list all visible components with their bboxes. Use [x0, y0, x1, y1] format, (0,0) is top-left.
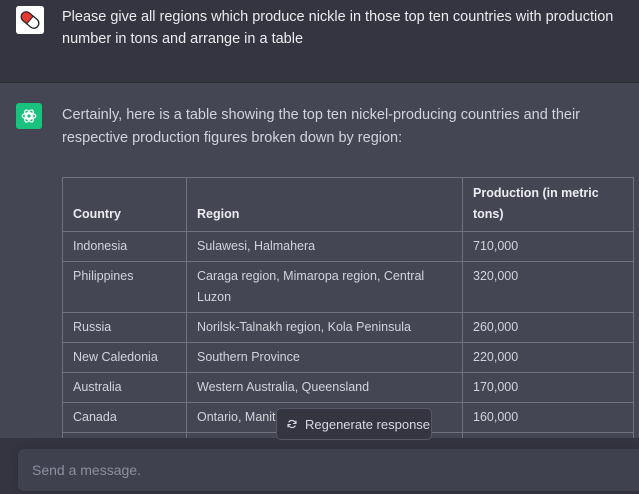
cell-country: Canada	[62, 402, 187, 433]
refresh-icon	[287, 419, 297, 429]
cell-region: Western Australia, Queensland	[186, 372, 463, 403]
cell-country: Philippines	[62, 261, 187, 313]
cell-region: Southern Province	[186, 342, 463, 373]
cell-production: 260,000	[462, 312, 634, 343]
cell-region: Norilsk-Talnakh region, Kola Peninsula	[186, 312, 463, 343]
cell-production: 170,000	[462, 372, 634, 403]
user-message: Please give all regions which produce ni…	[0, 0, 639, 83]
table-row: Russia Norilsk-Talnakh region, Kola Peni…	[62, 312, 634, 343]
chatgpt-logo-icon	[16, 103, 42, 129]
column-header-country: Country	[62, 177, 187, 232]
table-row: Indonesia Sulawesi, Halmahera 710,000	[62, 231, 634, 262]
cell-country: New Caledonia	[62, 342, 187, 373]
cell-country: Russia	[62, 312, 187, 343]
table-row: Australia Western Australia, Queensland …	[62, 372, 634, 403]
table-row: New Caledonia Southern Province 220,000	[62, 342, 634, 373]
cell-region: Sulawesi, Halmahera	[186, 231, 463, 262]
column-header-production: Production (in metric tons)	[462, 177, 634, 232]
table-row: Philippines Caraga region, Mimaropa regi…	[62, 261, 634, 313]
cell-production: 220,000	[462, 342, 634, 373]
cell-country: Indonesia	[62, 231, 187, 262]
message-composer[interactable]	[18, 449, 639, 491]
column-header-region: Region	[186, 177, 463, 232]
assistant-intro-text: Certainly, here is a table showing the t…	[62, 107, 580, 146]
cell-production: 160,000	[462, 402, 634, 433]
user-avatar-icon	[16, 6, 44, 34]
cell-country: Australia	[62, 372, 187, 403]
regenerate-response-label: Regenerate response	[305, 416, 431, 432]
cell-production: 710,000	[462, 231, 634, 262]
table-header-row: Country Region Production (in metric ton…	[62, 177, 634, 232]
regenerate-response-button[interactable]: Regenerate response	[276, 408, 432, 440]
message-input[interactable]	[18, 449, 639, 491]
cell-production: 320,000	[462, 261, 634, 313]
user-message-text: Please give all regions which produce ni…	[62, 9, 614, 47]
cell-region: Caraga region, Mimaropa region, Central …	[186, 261, 463, 313]
